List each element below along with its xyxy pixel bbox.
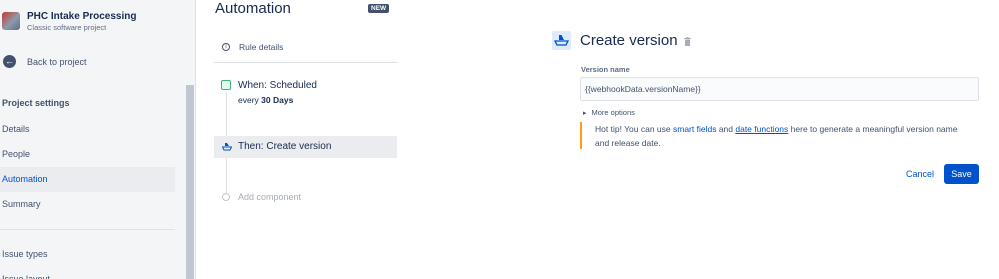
info-icon: i (222, 43, 230, 51)
form-title: Create version (580, 32, 678, 49)
chevron-right-icon: ▸ (583, 109, 587, 117)
new-badge: NEW (368, 4, 390, 13)
save-button[interactable]: Save (944, 164, 979, 184)
project-type: Classic software project (27, 23, 107, 32)
ship-icon-header (552, 31, 571, 50)
action-label: Then: Create version (238, 141, 332, 152)
project-avatar (2, 12, 20, 30)
rule-details-link[interactable]: i Rule details (222, 42, 283, 52)
date-functions-link[interactable]: date functions (735, 124, 788, 134)
sidebar-item-issue-layout[interactable]: Issue layout (0, 267, 175, 279)
version-name-label: Version name (581, 65, 630, 74)
sidebar: PHC Intake Processing Classic software p… (0, 0, 196, 279)
version-name-input[interactable] (580, 77, 979, 101)
sidebar-item-issue-types[interactable]: Issue types (0, 242, 175, 267)
sidebar-item-details[interactable]: Details (0, 117, 175, 142)
sidebar-item-summary[interactable]: Summary (0, 192, 175, 217)
more-options-toggle[interactable]: ▸ More options (583, 108, 635, 117)
back-arrow-icon: ← (3, 55, 16, 68)
cancel-button[interactable]: Cancel (901, 164, 939, 184)
calendar-icon (221, 80, 231, 90)
trigger-title[interactable]: When: Scheduled (238, 80, 317, 91)
back-to-project-link[interactable]: ← Back to project (3, 55, 87, 68)
project-settings-heading: Project settings (2, 98, 70, 108)
automation-title: Automation (215, 0, 291, 17)
trash-icon[interactable] (684, 37, 691, 46)
tip-prefix: Hot tip! You can use (595, 124, 673, 134)
smart-fields-link[interactable]: smart fields (673, 124, 716, 134)
ship-icon (553, 35, 570, 46)
back-label: Back to project (27, 56, 87, 67)
sidebar-scrollbar[interactable] (186, 85, 194, 279)
hot-tip: Hot tip! You can use smart fields and da… (580, 122, 970, 149)
trigger-schedule: every 30 Days (238, 95, 293, 105)
add-component-dot (222, 193, 230, 201)
rule-details-label: Rule details (239, 42, 284, 52)
more-options-label: More options (591, 108, 635, 117)
sidebar-divider (0, 229, 175, 230)
project-header[interactable]: PHC Intake Processing Classic software p… (2, 10, 136, 33)
sidebar-item-automation[interactable]: Automation (0, 167, 175, 192)
sidebar-item-people[interactable]: People (0, 142, 175, 167)
action-create-version[interactable]: Then: Create version (214, 136, 397, 158)
rule-divider (214, 62, 398, 63)
ship-icon (222, 143, 232, 151)
trigger-prefix: every (238, 95, 262, 105)
add-component-link[interactable]: Add component (238, 192, 301, 202)
project-name: PHC Intake Processing (27, 11, 137, 22)
tip-middle: and (716, 124, 736, 134)
trigger-value: 30 Days (261, 95, 294, 105)
